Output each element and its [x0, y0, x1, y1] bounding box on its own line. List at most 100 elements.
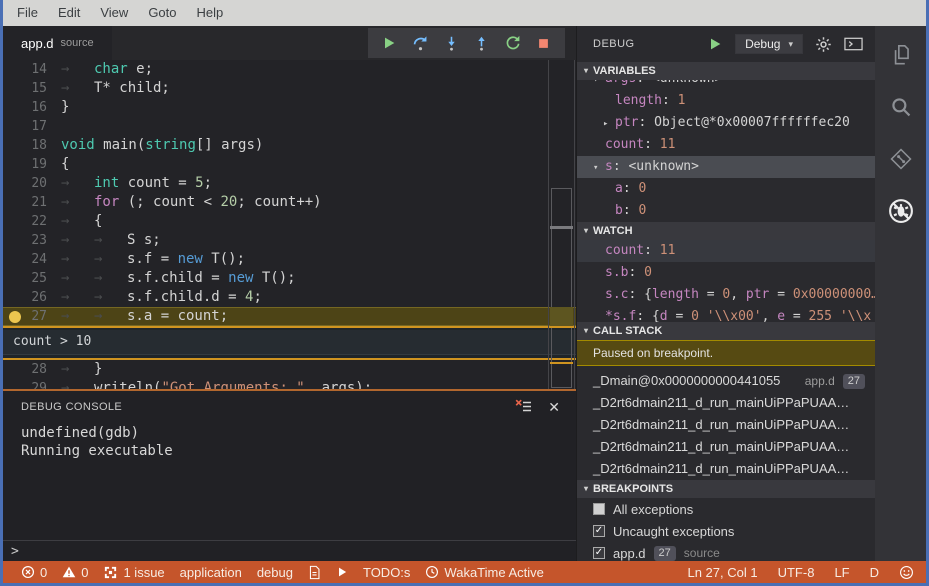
close-panel-button[interactable]: ✕: [548, 400, 560, 414]
expand-icon[interactable]: ▸: [603, 113, 615, 134]
breakpoint-icon[interactable]: [9, 311, 21, 323]
menu-item-help[interactable]: Help: [187, 0, 234, 26]
checkbox[interactable]: ✓: [593, 525, 605, 537]
watch-row-count[interactable]: count: 11: [577, 240, 875, 262]
stop-button[interactable]: [532, 31, 556, 55]
code-text[interactable]: }: [61, 99, 69, 115]
line-number-gutter[interactable]: 16: [3, 98, 47, 117]
line-number-gutter[interactable]: 23: [3, 231, 47, 250]
code-text[interactable]: → → s.f.child = new T();: [61, 270, 296, 286]
call-stack-frame-0[interactable]: _Dmain@0x0000000000441055 app.d 27: [577, 370, 875, 392]
line-number-gutter[interactable]: 28: [3, 360, 47, 379]
code-text[interactable]: → T* child;: [61, 80, 170, 96]
status-wakatime-active[interactable]: WakaTime Active: [425, 565, 544, 580]
line-number-gutter[interactable]: 22: [3, 212, 47, 231]
code-text[interactable]: → → s.f.child.d = 4;: [61, 289, 262, 305]
line-number-gutter[interactable]: 17: [3, 117, 47, 136]
menu-item-view[interactable]: View: [90, 0, 138, 26]
line-number-gutter[interactable]: 19: [3, 155, 47, 174]
scrollbar-slider[interactable]: [551, 188, 572, 388]
code-text[interactable]: → → S s;: [61, 232, 161, 248]
editor-scrollbar[interactable]: [548, 60, 575, 389]
code-text[interactable]: → → s.a = count;: [61, 308, 228, 324]
status-smiley[interactable]: [899, 565, 914, 580]
breakpoint-condition-input[interactable]: count > 10: [3, 330, 576, 355]
breakpoints-section-header[interactable]: ▾ BREAKPOINTS: [577, 480, 875, 498]
status-todo-s[interactable]: TODO:s: [363, 565, 410, 580]
call-stack-frame-3[interactable]: _D2rt6dmain211_d_run_mainUiPPaPUAA…: [577, 436, 875, 458]
line-number-gutter[interactable]: 14: [3, 60, 47, 79]
variable-row-s[interactable]: ▾ s: <unknown>: [577, 156, 875, 178]
checkbox[interactable]: ✓: [593, 547, 605, 559]
watch-section-header[interactable]: ▾ WATCH: [577, 222, 875, 240]
open-debug-console-button[interactable]: [844, 37, 863, 51]
line-number-gutter[interactable]: 21: [3, 193, 47, 212]
code-text[interactable]: → for (; count < 20; count++): [61, 194, 322, 210]
debug-console-input[interactable]: >: [3, 540, 576, 561]
activity-git-button[interactable]: [886, 144, 916, 174]
line-number-gutter[interactable]: 15: [3, 79, 47, 98]
status-lf[interactable]: LF: [834, 565, 849, 580]
status-1-issue[interactable]: 1 issue: [103, 565, 165, 580]
watch-row-s-f[interactable]: *s.f: {d = 0 '\\x00', e = 255 '\\x: [577, 306, 875, 322]
activity-debug-button[interactable]: [886, 196, 916, 226]
start-debug-button[interactable]: [707, 36, 723, 52]
configure-gear-button[interactable]: [815, 36, 832, 53]
code-text[interactable]: →{: [61, 213, 102, 229]
collapse-icon[interactable]: ▾: [593, 80, 605, 90]
line-number-gutter[interactable]: 20: [3, 174, 47, 193]
menu-item-goto[interactable]: Goto: [138, 0, 186, 26]
step-over-button[interactable]: [408, 31, 432, 55]
line-number-gutter[interactable]: 29: [3, 379, 47, 389]
code-text[interactable]: →}: [61, 361, 102, 377]
code-text[interactable]: {: [61, 156, 69, 172]
code-text[interactable]: → int count = 5;: [61, 175, 212, 191]
status-play[interactable]: [336, 566, 348, 578]
watch-row-s-b[interactable]: s.b: 0: [577, 262, 875, 284]
line-number-gutter[interactable]: 18: [3, 136, 47, 155]
line-number-gutter[interactable]: 25: [3, 269, 47, 288]
watch-row-s-c[interactable]: s.c: {length = 0, ptr = 0x00000000…: [577, 284, 875, 306]
variable-row-a[interactable]: a: 0: [577, 178, 875, 200]
variables-section-header[interactable]: ▾ VARIABLES: [577, 62, 875, 80]
variable-row-b[interactable]: b: 0: [577, 200, 875, 222]
status-ln-27-col-1[interactable]: Ln 27, Col 1: [687, 565, 757, 580]
menu-item-file[interactable]: File: [7, 0, 48, 26]
collapse-icon[interactable]: ▾: [593, 157, 605, 178]
line-number-gutter[interactable]: 26: [3, 288, 47, 307]
checkbox[interactable]: [593, 503, 605, 515]
restart-button[interactable]: [501, 31, 525, 55]
call-stack-frame-4[interactable]: _D2rt6dmain211_d_run_mainUiPPaPUAA…: [577, 458, 875, 480]
variable-row-count[interactable]: count: 11: [577, 134, 875, 156]
continue-button[interactable]: [377, 31, 401, 55]
activity-search-button[interactable]: [886, 92, 916, 122]
breakpoint-item-all-exceptions[interactable]: All exceptions: [577, 498, 875, 520]
call-stack-section-header[interactable]: ▾ CALL STACK: [577, 322, 875, 340]
variable-row-args[interactable]: ▾args: <unknown>: [577, 80, 875, 90]
breakpoint-item-app-d[interactable]: ✓ app.d 27 source: [577, 542, 875, 561]
status-d[interactable]: D: [870, 565, 879, 580]
menu-item-edit[interactable]: Edit: [48, 0, 90, 26]
breakpoint-item-uncaught-exceptions[interactable]: ✓ Uncaught exceptions: [577, 520, 875, 542]
code-text[interactable]: → char e;: [61, 61, 153, 77]
status-0[interactable]: 0: [21, 565, 47, 580]
activity-files-button[interactable]: [886, 40, 916, 70]
status-debug[interactable]: debug: [257, 565, 293, 580]
call-stack-frame-2[interactable]: _D2rt6dmain211_d_run_mainUiPPaPUAA…: [577, 414, 875, 436]
status-application[interactable]: application: [180, 565, 242, 580]
step-out-button[interactable]: [470, 31, 494, 55]
code-text[interactable]: void main(string[] args): [61, 137, 263, 153]
call-stack-frame-1[interactable]: _D2rt6dmain211_d_run_mainUiPPaPUAA…: [577, 392, 875, 414]
line-number-gutter[interactable]: 24: [3, 250, 47, 269]
code-text[interactable]: → → s.f = new T();: [61, 251, 245, 267]
tab-app-d[interactable]: app.d source: [3, 26, 112, 60]
clear-console-button[interactable]: [515, 399, 532, 414]
step-into-button[interactable]: [439, 31, 463, 55]
status-file[interactable]: [308, 565, 321, 580]
debug-config-dropdown[interactable]: Debug ▾: [735, 34, 803, 54]
variable-row-length[interactable]: length: 1: [577, 90, 875, 112]
status-utf-8[interactable]: UTF-8: [778, 565, 815, 580]
code-text[interactable]: → writeln("Got Arguments: ", args);: [61, 380, 372, 389]
variable-row-ptr[interactable]: ▸ ptr: Object@*0x00007ffffffec20: [577, 112, 875, 134]
status-0[interactable]: 0: [62, 565, 88, 580]
